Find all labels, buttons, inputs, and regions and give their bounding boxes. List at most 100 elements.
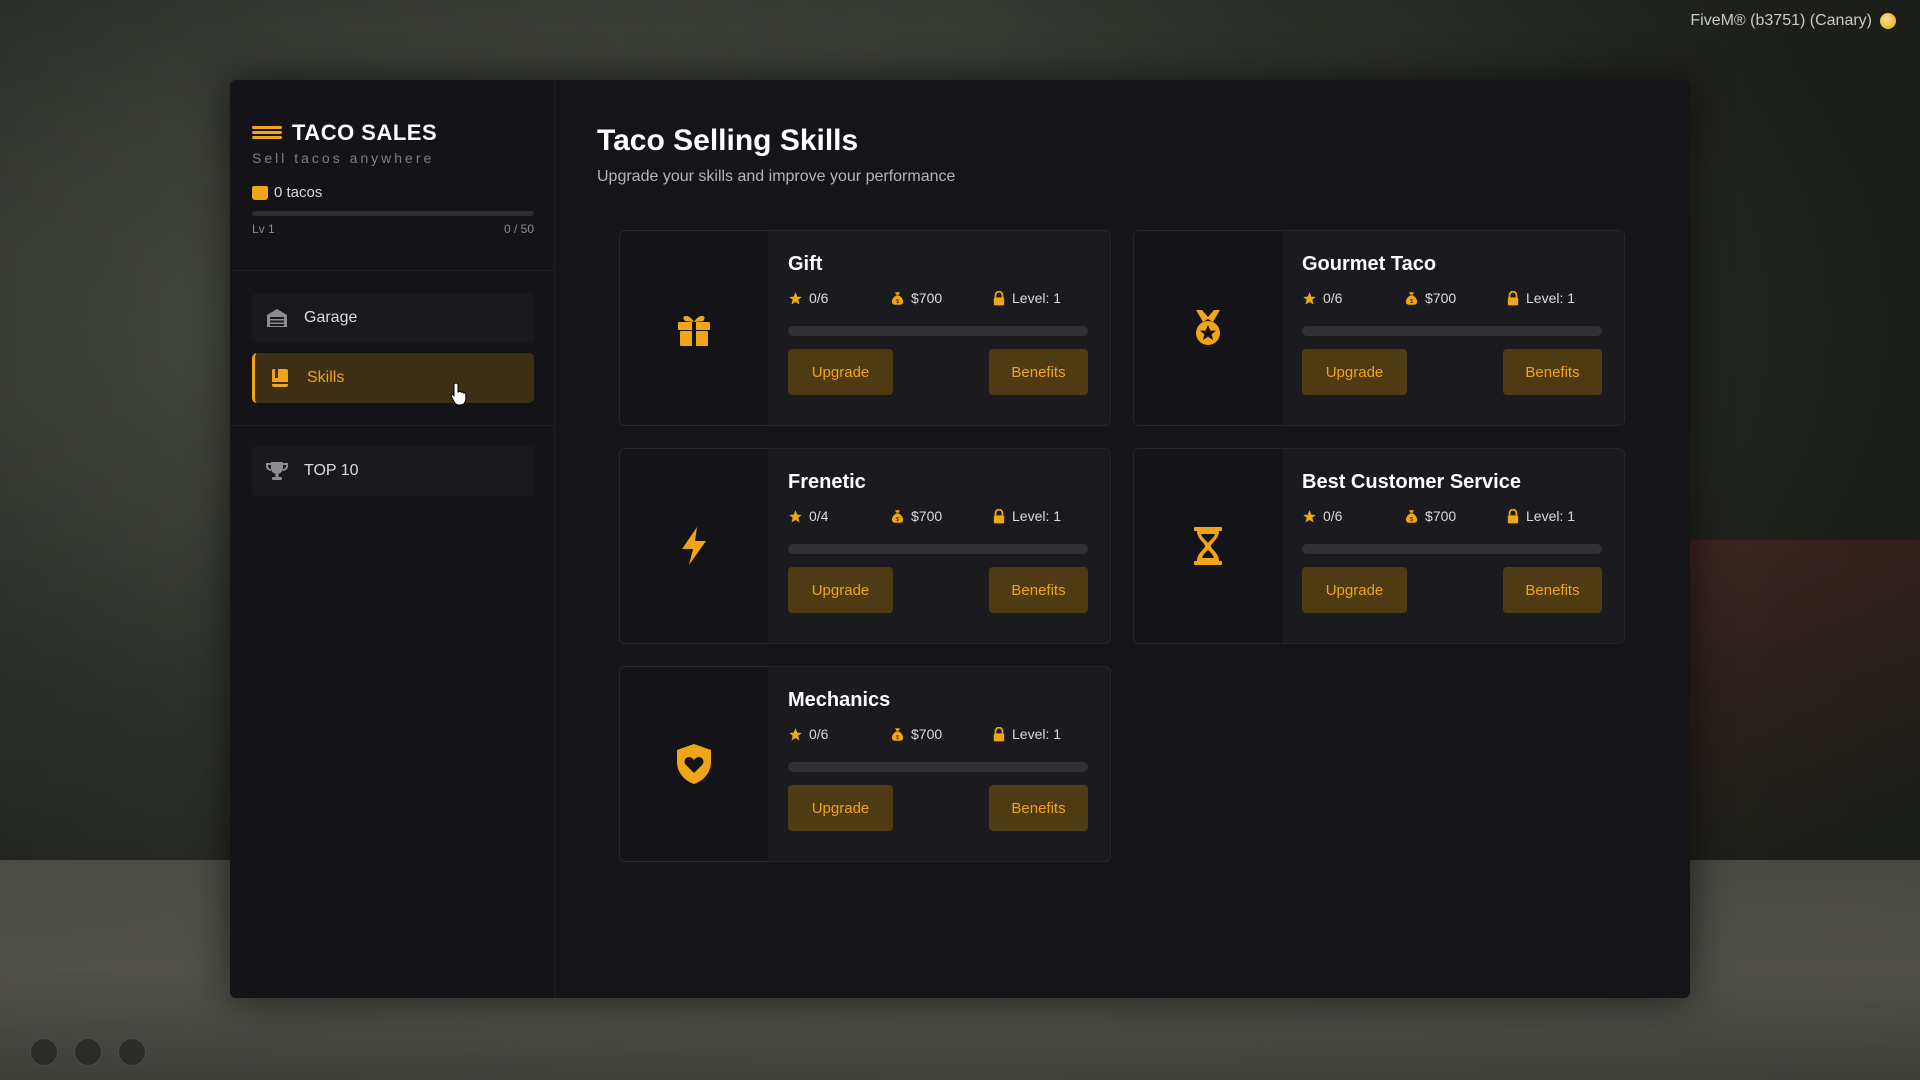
medal-icon xyxy=(1196,310,1220,345)
star-icon xyxy=(789,291,802,304)
skill-price-stat: $ $700 xyxy=(890,508,992,524)
skill-icon-area xyxy=(620,231,768,425)
upgrade-button[interactable]: Upgrade xyxy=(788,349,893,395)
skill-progress-value: 0/6 xyxy=(1323,508,1343,524)
upgrade-button[interactable]: Upgrade xyxy=(788,567,893,613)
hud-mic-icon xyxy=(30,1038,58,1066)
skill-name: Mechanics xyxy=(788,689,891,711)
skill-stats: 0/6 $ $700 Level: 1 xyxy=(1302,508,1602,524)
fivem-logo-icon xyxy=(1880,13,1896,29)
skill-price-stat: $ $700 xyxy=(890,726,992,742)
mouse-cursor-icon xyxy=(450,382,467,406)
xp-label: 0 / 50 xyxy=(503,222,534,236)
skill-card-gourmet-taco: Gourmet Taco 0/6 $ $700 Level: 1 Upgrade xyxy=(1133,230,1625,426)
main-content: Taco Selling Skills Upgrade your skills … xyxy=(555,80,1690,998)
page-title: Taco Selling Skills xyxy=(597,124,859,157)
skill-card-best-customer-service: Best Customer Service 0/6 $ $700 Level: … xyxy=(1133,448,1625,644)
lock-icon xyxy=(1507,508,1519,523)
skill-price-value: $700 xyxy=(911,726,943,742)
skill-stats: 0/6 $ $700 Level: 1 xyxy=(788,726,1088,742)
client-version-label: FiveM® (b3751) (Canary) xyxy=(1690,12,1872,29)
skill-progress-bar xyxy=(1302,326,1602,336)
money-bag-icon: $ xyxy=(1405,509,1418,522)
skill-name: Gift xyxy=(788,253,823,275)
xp-progress-bar xyxy=(252,211,534,216)
level-label: Lv 1 xyxy=(252,222,275,236)
skill-level-stat: Level: 1 xyxy=(1506,508,1575,524)
star-icon xyxy=(789,509,802,522)
lock-icon xyxy=(993,508,1005,523)
lightning-icon xyxy=(682,527,706,565)
skill-price-stat: $ $700 xyxy=(890,290,992,306)
skill-actions: Upgrade Benefits xyxy=(788,785,1088,831)
taco-logo-icon xyxy=(252,126,282,140)
sidebar-item-label: Skills xyxy=(307,369,345,386)
brand-subtitle: Sell tacos anywhere xyxy=(252,150,435,166)
skill-name: Gourmet Taco xyxy=(1302,253,1437,275)
tacos-count-label: 0 tacos xyxy=(274,184,323,201)
skill-icon-area xyxy=(620,667,768,861)
benefits-button[interactable]: Benefits xyxy=(989,785,1088,831)
skill-progress-stat: 0/6 xyxy=(788,726,890,742)
skill-card-mechanics: Mechanics 0/6 $ $700 Level: 1 Upgrade Be xyxy=(619,666,1111,862)
client-version-badge: FiveM® (b3751) (Canary) xyxy=(1690,12,1896,30)
skill-icon-area xyxy=(1134,449,1282,643)
skill-card-body: Gourmet Taco 0/6 $ $700 Level: 1 Upgrade xyxy=(1282,231,1624,425)
skill-progress-stat: 0/6 xyxy=(1302,290,1404,306)
skill-progress-stat: 0/6 xyxy=(1302,508,1404,524)
sidebar-item-label: Garage xyxy=(304,309,358,326)
skill-level-value: Level: 1 xyxy=(1526,508,1576,524)
skills-book-icon xyxy=(269,367,291,389)
sidebar-item-top10[interactable]: TOP 10 xyxy=(252,446,534,496)
benefits-button[interactable]: Benefits xyxy=(989,567,1088,613)
skill-progress-bar xyxy=(788,326,1088,336)
benefits-button[interactable]: Benefits xyxy=(989,349,1088,395)
skill-level-value: Level: 1 xyxy=(1012,508,1062,524)
skill-progress-bar xyxy=(788,762,1088,772)
skill-actions: Upgrade Benefits xyxy=(1302,349,1602,395)
skill-progress-bar xyxy=(788,544,1088,554)
skill-level-stat: Level: 1 xyxy=(992,508,1061,524)
benefits-button[interactable]: Benefits xyxy=(1503,349,1602,395)
skill-card-frenetic: Frenetic 0/4 $ $700 Level: 1 Upgrade Ben xyxy=(619,448,1111,644)
hourglass-icon xyxy=(1194,527,1222,565)
skill-level-value: Level: 1 xyxy=(1012,290,1062,306)
skill-progress-value: 0/6 xyxy=(809,726,829,742)
skill-icon-area xyxy=(1134,231,1282,425)
trophy-icon xyxy=(266,460,288,482)
skill-actions: Upgrade Benefits xyxy=(788,567,1088,613)
hud-bell-icon xyxy=(118,1038,146,1066)
money-bag-icon: $ xyxy=(1405,291,1418,304)
sidebar-item-skills[interactable]: Skills xyxy=(252,353,534,403)
upgrade-button[interactable]: Upgrade xyxy=(1302,349,1407,395)
skill-price-value: $700 xyxy=(1425,508,1457,524)
skill-card-body: Frenetic 0/4 $ $700 Level: 1 Upgrade Ben xyxy=(768,449,1110,643)
skill-level-stat: Level: 1 xyxy=(1506,290,1575,306)
sidebar-item-garage[interactable]: Garage xyxy=(252,293,534,343)
skill-card-body: Best Customer Service 0/6 $ $700 Level: … xyxy=(1282,449,1624,643)
skill-progress-stat: 0/4 xyxy=(788,508,890,524)
skill-price-stat: $ $700 xyxy=(1404,508,1506,524)
skill-level-stat: Level: 1 xyxy=(992,290,1061,306)
money-bag-icon: $ xyxy=(891,727,904,740)
star-icon xyxy=(1303,509,1316,522)
skill-price-value: $700 xyxy=(1425,290,1457,306)
tacos-count: 0 tacos xyxy=(252,184,534,201)
gift-icon xyxy=(678,315,710,346)
benefits-button[interactable]: Benefits xyxy=(1503,567,1602,613)
skill-stats: 0/6 $ $700 Level: 1 xyxy=(1302,290,1602,306)
skill-price-value: $700 xyxy=(911,290,943,306)
lock-icon xyxy=(993,726,1005,741)
skill-card-gift: Gift 0/6 $ $700 Level: 1 Upgrade Benefit xyxy=(619,230,1111,426)
skill-progress-bar xyxy=(1302,544,1602,554)
skills-grid: Gift 0/6 $ $700 Level: 1 Upgrade Benefit xyxy=(619,230,1650,862)
skill-progress-value: 0/6 xyxy=(809,290,829,306)
xp-row: Lv 1 0 / 50 xyxy=(252,222,534,236)
money-bag-icon: $ xyxy=(891,509,904,522)
star-icon xyxy=(1303,291,1316,304)
lock-icon xyxy=(993,290,1005,305)
upgrade-button[interactable]: Upgrade xyxy=(1302,567,1407,613)
skill-level-stat: Level: 1 xyxy=(992,726,1061,742)
upgrade-button[interactable]: Upgrade xyxy=(788,785,893,831)
skill-actions: Upgrade Benefits xyxy=(788,349,1088,395)
